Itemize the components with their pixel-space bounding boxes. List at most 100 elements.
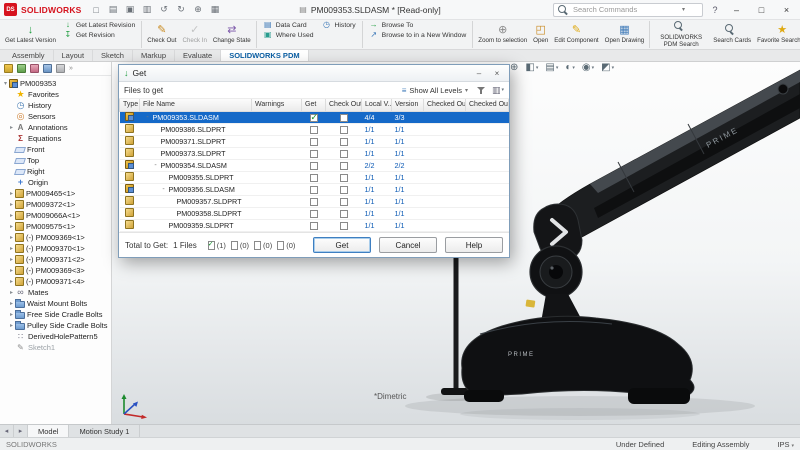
check-out-checkbox[interactable] (340, 126, 348, 134)
new-file-icon[interactable]: □ (90, 5, 103, 15)
appearance-icon[interactable]: ◩ (601, 63, 614, 73)
where-used-button[interactable]: ▣ Where Used (259, 30, 318, 40)
print-icon[interactable]: ▥ (141, 4, 154, 15)
column-header[interactable]: Type (120, 99, 140, 111)
check-out-checkbox[interactable] (340, 162, 348, 170)
get-latest-revision-button[interactable]: ↓ Get Latest Revision (59, 20, 139, 30)
check-out-checkbox[interactable] (340, 150, 348, 158)
help-button[interactable]: Help (445, 237, 503, 253)
zoom-fit-icon[interactable]: ⊕ (510, 63, 518, 73)
command-search[interactable]: ▾ (553, 3, 703, 17)
next-tab-icon[interactable]: ▸ (14, 425, 28, 437)
column-header[interactable]: Local V... (362, 99, 392, 111)
tree-expander-icon[interactable]: ▸ (8, 201, 15, 208)
previous-tab-icon[interactable]: ◂ (0, 425, 14, 437)
tree-item[interactable]: ▸ PM009465<1> (0, 188, 111, 199)
tree-item[interactable]: Origin (0, 177, 111, 188)
get-checkbox[interactable] (310, 150, 318, 158)
check-in-button[interactable]: ✓ Check In (179, 20, 209, 49)
get-button[interactable]: Get (313, 237, 371, 253)
open-drawing-button[interactable]: ▦ Open Drawing (602, 20, 648, 49)
save-icon[interactable]: ▣ (124, 4, 137, 15)
get-checkbox[interactable] (310, 198, 318, 206)
column-header[interactable]: Check Out (326, 99, 362, 111)
tree-item[interactable]: ▸ Waist Mount Bolts (0, 298, 111, 309)
featuremanager-tab[interactable] (4, 64, 13, 73)
file-row[interactable]: PM009357.SLDPRT 1/1 1/1 (120, 195, 509, 207)
command-tab[interactable]: Sketch (93, 50, 133, 61)
get-checkbox[interactable] (310, 174, 318, 182)
tree-expander-icon[interactable]: ▸ (8, 311, 15, 318)
tree-expander-icon[interactable]: ▸ (8, 322, 15, 329)
tree-item[interactable]: ▸ (-) PM009370<1> (0, 243, 111, 254)
check-out-checkbox[interactable] (340, 114, 348, 122)
filter-icon[interactable] (477, 86, 486, 95)
tree-item[interactable]: Favorites (0, 89, 111, 100)
tree-item[interactable]: Top (0, 155, 111, 166)
model-tab[interactable]: Motion Study 1 (69, 425, 140, 437)
maximize-button[interactable]: □ (752, 5, 771, 15)
pdm-search-button[interactable]: SOLIDWORKS PDM Search (652, 20, 710, 49)
get-checkbox[interactable] (310, 162, 318, 170)
edit-component-button[interactable]: ✎ Edit Component (551, 20, 601, 49)
close-button[interactable]: × (777, 5, 796, 15)
cancel-button[interactable]: Cancel (379, 237, 437, 253)
file-row[interactable]: PM009359.SLDPRT 1/1 1/1 (120, 219, 509, 231)
tree-item[interactable]: ▸ Free Side Cradle Bolts (0, 309, 111, 320)
tree-expander-icon[interactable]: ▸ (8, 223, 15, 230)
column-header[interactable]: Checked Out ... (424, 99, 466, 111)
command-tab[interactable]: Markup (133, 50, 175, 61)
file-row[interactable]: - PM009354.SLDASM 2/2 2/2 (120, 159, 509, 171)
search-dropdown-caret[interactable]: ▾ (682, 6, 685, 13)
favorite-searches-button[interactable]: ★ Favorite Searches (754, 20, 800, 49)
file-row[interactable]: PM009355.SLDPRT 1/1 1/1 (120, 171, 509, 183)
search-input[interactable] (571, 4, 679, 15)
get-latest-version-button[interactable]: ↓ Get Latest Version (2, 20, 59, 49)
check-out-button[interactable]: ✎ Check Out (144, 20, 179, 49)
browse-to-button[interactable]: → Browse To (365, 20, 471, 30)
tree-item[interactable]: History (0, 100, 111, 111)
tree-expander-icon[interactable]: ▸ (8, 212, 15, 219)
search-cards-button[interactable]: Search Cards (710, 20, 754, 49)
column-options-icon[interactable]: ▥ (492, 85, 504, 96)
show-all-levels-button[interactable]: ≡ Show All Levels ▾ (399, 85, 471, 96)
get-checkbox[interactable] (310, 186, 318, 194)
get-checkbox[interactable] (310, 126, 318, 134)
column-header[interactable]: Warnings (252, 99, 302, 111)
check-out-checkbox[interactable] (340, 210, 348, 218)
check-out-checkbox[interactable] (340, 186, 348, 194)
tree-item[interactable]: ▸ (-) PM009371<4> (0, 276, 111, 287)
column-header[interactable]: Checked Out In (466, 99, 509, 111)
tree-item[interactable]: ▸ Pulley Side Cradle Bolts (0, 320, 111, 331)
tree-item[interactable]: ▾ PM009353 (0, 78, 111, 89)
tree-expander-icon[interactable]: ▸ (8, 300, 15, 307)
row-expander-icon[interactable]: - (153, 162, 159, 169)
tree-item[interactable]: ▸ (-) PM009369<3> (0, 265, 111, 276)
column-header[interactable]: Get (302, 99, 326, 111)
tree-item[interactable]: Right (0, 166, 111, 177)
open-button[interactable]: ◰ Open (530, 20, 551, 49)
data-card-button[interactable]: ▤ Data Card (259, 20, 318, 30)
get-checkbox[interactable] (310, 114, 318, 122)
tree-expander-icon[interactable]: ▸ (8, 190, 15, 197)
displaymanager-tab[interactable] (56, 64, 65, 73)
get-checkbox[interactable] (310, 222, 318, 230)
tree-item[interactable]: Equations (0, 133, 111, 144)
command-tab[interactable]: Assembly (4, 50, 54, 61)
row-expander-icon[interactable]: - (145, 114, 151, 121)
view-orientation-icon[interactable]: ▤ (545, 63, 558, 73)
get-revision-button[interactable]: ↧ Get Revision (59, 30, 139, 40)
check-out-checkbox[interactable] (340, 222, 348, 230)
row-expander-icon[interactable]: - (161, 186, 167, 193)
tree-item[interactable]: Front (0, 144, 111, 155)
dimxpertmanager-tab[interactable] (43, 64, 52, 73)
tree-expander-icon[interactable]: ▸ (8, 267, 15, 274)
column-header[interactable]: Version (392, 99, 424, 111)
tree-item[interactable]: ▸ PM009575<1> (0, 221, 111, 232)
tree-item[interactable]: ▸ Mates (0, 287, 111, 298)
display-style-icon[interactable]: ◐ (565, 63, 575, 73)
file-row[interactable]: PM009373.SLDPRT 1/1 1/1 (120, 147, 509, 159)
hide-show-icon[interactable]: ◉ (582, 63, 594, 73)
help-icon[interactable]: ? (709, 5, 721, 15)
open-file-icon[interactable]: ▤ (107, 4, 120, 15)
